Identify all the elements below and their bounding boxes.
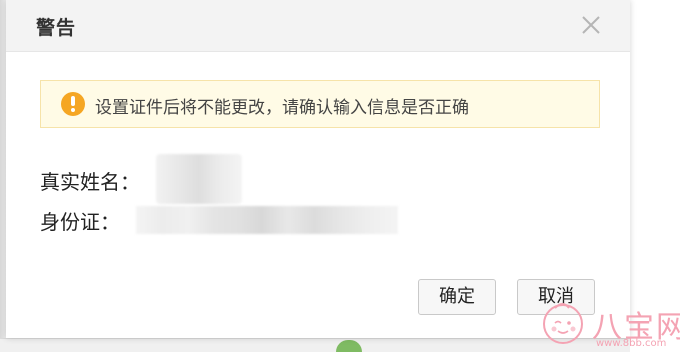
dialog-title: 警告: [36, 17, 77, 39]
warning-dialog: 警告 设置证件后将不能更改，请确认输入信息是否正确 真实姓名： 身份证： 确定 …: [6, 0, 630, 338]
dialog-header: 警告: [6, 0, 630, 52]
warning-icon: [61, 92, 85, 116]
id-card-label: 身份证：: [40, 210, 120, 234]
screen: 警告 设置证件后将不能更改，请确认输入信息是否正确 真实姓名： 身份证： 确定 …: [0, 0, 680, 352]
notice-text: 设置证件后将不能更改，请确认输入信息是否正确: [95, 98, 469, 118]
watermark-url: www.8bb.com: [596, 338, 667, 349]
real-name-value-redacted: [156, 154, 242, 204]
close-icon: [582, 16, 600, 34]
site-watermark: 八宝网 www.8bb.com: [536, 296, 680, 352]
confirm-button[interactable]: 确定: [418, 279, 496, 315]
warning-notice: 设置证件后将不能更改，请确认输入信息是否正确: [40, 80, 600, 128]
close-button[interactable]: [578, 12, 604, 38]
real-name-label: 真实姓名：: [40, 170, 140, 194]
baby-face-icon: [543, 303, 583, 344]
id-card-value-redacted: [136, 206, 398, 234]
